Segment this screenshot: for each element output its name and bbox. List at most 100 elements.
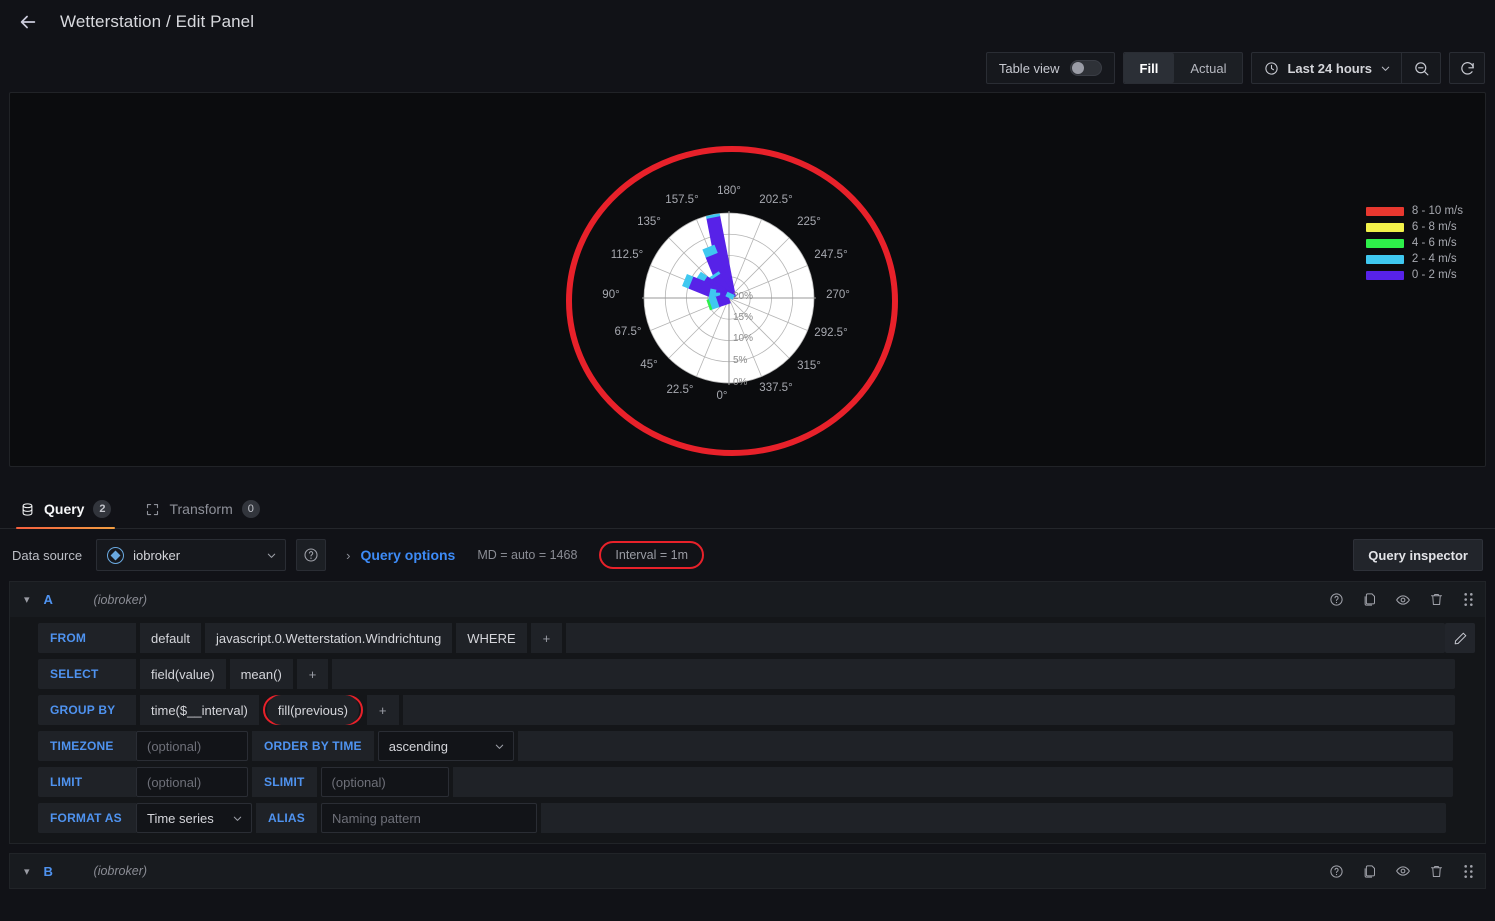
- svg-text:135°: 135°: [637, 216, 661, 228]
- svg-text:0°: 0°: [717, 390, 728, 402]
- format-alias-row: FORMAT AS Time series ALIAS Naming patte…: [10, 803, 1485, 833]
- time-range-picker: Last 24 hours: [1251, 52, 1441, 84]
- chevron-down-icon: [233, 816, 242, 821]
- svg-text:202.5°: 202.5°: [759, 194, 792, 206]
- svg-text:20%: 20%: [733, 291, 753, 302]
- limit-row-filler: [452, 767, 1453, 797]
- group-by-label: GROUP BY: [38, 695, 136, 725]
- back-button[interactable]: [14, 8, 42, 36]
- datasource-value: iobroker: [133, 547, 181, 563]
- refresh-button[interactable]: [1449, 52, 1485, 84]
- format-row-filler: [541, 803, 1446, 833]
- max-data-points-text: MD = auto = 1468: [477, 548, 578, 562]
- legend-label: 4 - 6 m/s: [1411, 237, 1457, 249]
- zoom-out-button[interactable]: [1402, 53, 1440, 83]
- table-view-toggle[interactable]: [1069, 60, 1102, 76]
- svg-text:180°: 180°: [717, 185, 741, 197]
- datasource-picker[interactable]: iobroker: [96, 539, 287, 571]
- svg-text:270°: 270°: [826, 289, 850, 301]
- legend-item[interactable]: 0 - 2 m/s: [1365, 269, 1463, 281]
- tab-query-badge: 2: [93, 500, 112, 518]
- pencil-icon[interactable]: [1445, 623, 1475, 653]
- legend-item[interactable]: 2 - 4 m/s: [1365, 253, 1463, 265]
- legend-label: 6 - 8 m/s: [1411, 221, 1457, 233]
- svg-text:0%: 0%: [733, 377, 748, 388]
- query-options-bar: Data source iobroker › Query options MD …: [0, 529, 1495, 581]
- legend-label: 8 - 10 m/s: [1411, 205, 1463, 217]
- query-inspector-button[interactable]: Query inspector: [1353, 539, 1483, 571]
- actual-button[interactable]: Actual: [1174, 53, 1242, 83]
- datasource-help-button[interactable]: [296, 539, 327, 571]
- alias-label: ALIAS: [256, 803, 317, 833]
- legend-item[interactable]: 4 - 6 m/s: [1365, 237, 1463, 249]
- tab-query[interactable]: Query 2: [16, 500, 116, 529]
- legend-swatch-icon: [1365, 206, 1404, 216]
- svg-text:5%: 5%: [733, 355, 748, 366]
- trash-icon[interactable]: [1429, 592, 1444, 607]
- query-a-body: FROM default javascript.0.Wetterstation.…: [9, 617, 1486, 844]
- order-by-time-select[interactable]: ascending: [377, 731, 514, 761]
- timezone-row-filler: [517, 731, 1453, 761]
- from-label: FROM: [38, 623, 136, 653]
- legend-item[interactable]: 6 - 8 m/s: [1365, 221, 1463, 233]
- svg-text:225°: 225°: [797, 216, 821, 228]
- page-title: Wetterstation / Edit Panel: [60, 12, 255, 31]
- chevron-down-icon[interactable]: ▾: [24, 865, 30, 878]
- query-options-expander[interactable]: › Query options: [346, 547, 455, 563]
- select-add-button[interactable]: +: [296, 659, 329, 689]
- trash-icon[interactable]: [1429, 864, 1444, 879]
- select-row-filler: [332, 659, 1455, 689]
- query-editor-a: ▾ A (iobroker) FROM default javascript.0…: [0, 581, 1495, 844]
- query-b-header: ▾ B (iobroker): [9, 853, 1486, 889]
- where-label[interactable]: WHERE: [456, 623, 527, 653]
- select-row: SELECT field(value) mean() +: [10, 659, 1485, 689]
- group-by-add-button[interactable]: +: [366, 695, 399, 725]
- database-icon: [22, 502, 33, 516]
- timezone-input[interactable]: (optional): [136, 731, 248, 761]
- slimit-label: SLIMIT: [252, 767, 317, 797]
- chevron-down-icon: [267, 553, 276, 558]
- where-add-button[interactable]: +: [530, 623, 563, 653]
- group-by-time[interactable]: time($__interval): [140, 695, 259, 725]
- svg-text:157.5°: 157.5°: [665, 194, 698, 206]
- table-view-control[interactable]: Table view: [985, 52, 1115, 84]
- iobroker-logo-icon: [107, 546, 125, 564]
- svg-text:10%: 10%: [733, 333, 753, 344]
- slimit-input[interactable]: (optional): [320, 767, 449, 797]
- drag-handle-icon[interactable]: [1462, 592, 1475, 607]
- drag-handle-icon[interactable]: [1462, 864, 1475, 879]
- tab-transform[interactable]: Transform 0: [141, 500, 263, 528]
- group-by-fill[interactable]: fill(previous): [266, 695, 359, 725]
- help-circle-icon[interactable]: [1329, 592, 1344, 607]
- limit-input[interactable]: (optional): [136, 767, 248, 797]
- copy-icon[interactable]: [1362, 592, 1377, 607]
- time-range-label: Last 24 hours: [1287, 60, 1372, 76]
- query-a-actions: [1329, 592, 1475, 608]
- eye-icon[interactable]: [1395, 863, 1411, 879]
- timezone-order-row: TIMEZONE (optional) ORDER BY TIME ascend…: [10, 731, 1485, 761]
- query-a-refid[interactable]: A: [44, 592, 80, 607]
- query-b-refid[interactable]: B: [44, 864, 80, 879]
- eye-icon[interactable]: [1395, 592, 1411, 608]
- alias-input[interactable]: Naming pattern: [321, 803, 537, 833]
- query-b-datasource: (iobroker): [93, 864, 148, 878]
- format-as-label: FORMAT AS: [38, 803, 136, 833]
- svg-text:337.5°: 337.5°: [759, 382, 792, 394]
- legend-item[interactable]: 8 - 10 m/s: [1365, 205, 1463, 217]
- legend-label: 0 - 2 m/s: [1411, 269, 1457, 281]
- help-circle-icon[interactable]: [1329, 864, 1344, 879]
- from-measurement[interactable]: javascript.0.Wetterstation.Windrichtung: [205, 623, 453, 653]
- visualization-panel[interactable]: 0% 5% 10% 15% 20% 0° 22.5° 45° 67.5° 90°…: [9, 92, 1486, 467]
- select-field[interactable]: field(value): [140, 659, 226, 689]
- tab-query-label: Query: [44, 501, 85, 517]
- chevron-down-icon[interactable]: ▾: [24, 593, 30, 606]
- refresh-icon: [1460, 61, 1474, 75]
- fill-button[interactable]: Fill: [1123, 53, 1175, 83]
- copy-icon[interactable]: [1362, 864, 1377, 879]
- svg-text:292.5°: 292.5°: [814, 327, 847, 339]
- from-policy[interactable]: default: [140, 623, 202, 653]
- legend-label: 2 - 4 m/s: [1411, 253, 1457, 265]
- format-as-select[interactable]: Time series: [136, 803, 252, 833]
- select-function[interactable]: mean(): [229, 659, 293, 689]
- time-range-button[interactable]: Last 24 hours: [1252, 53, 1401, 83]
